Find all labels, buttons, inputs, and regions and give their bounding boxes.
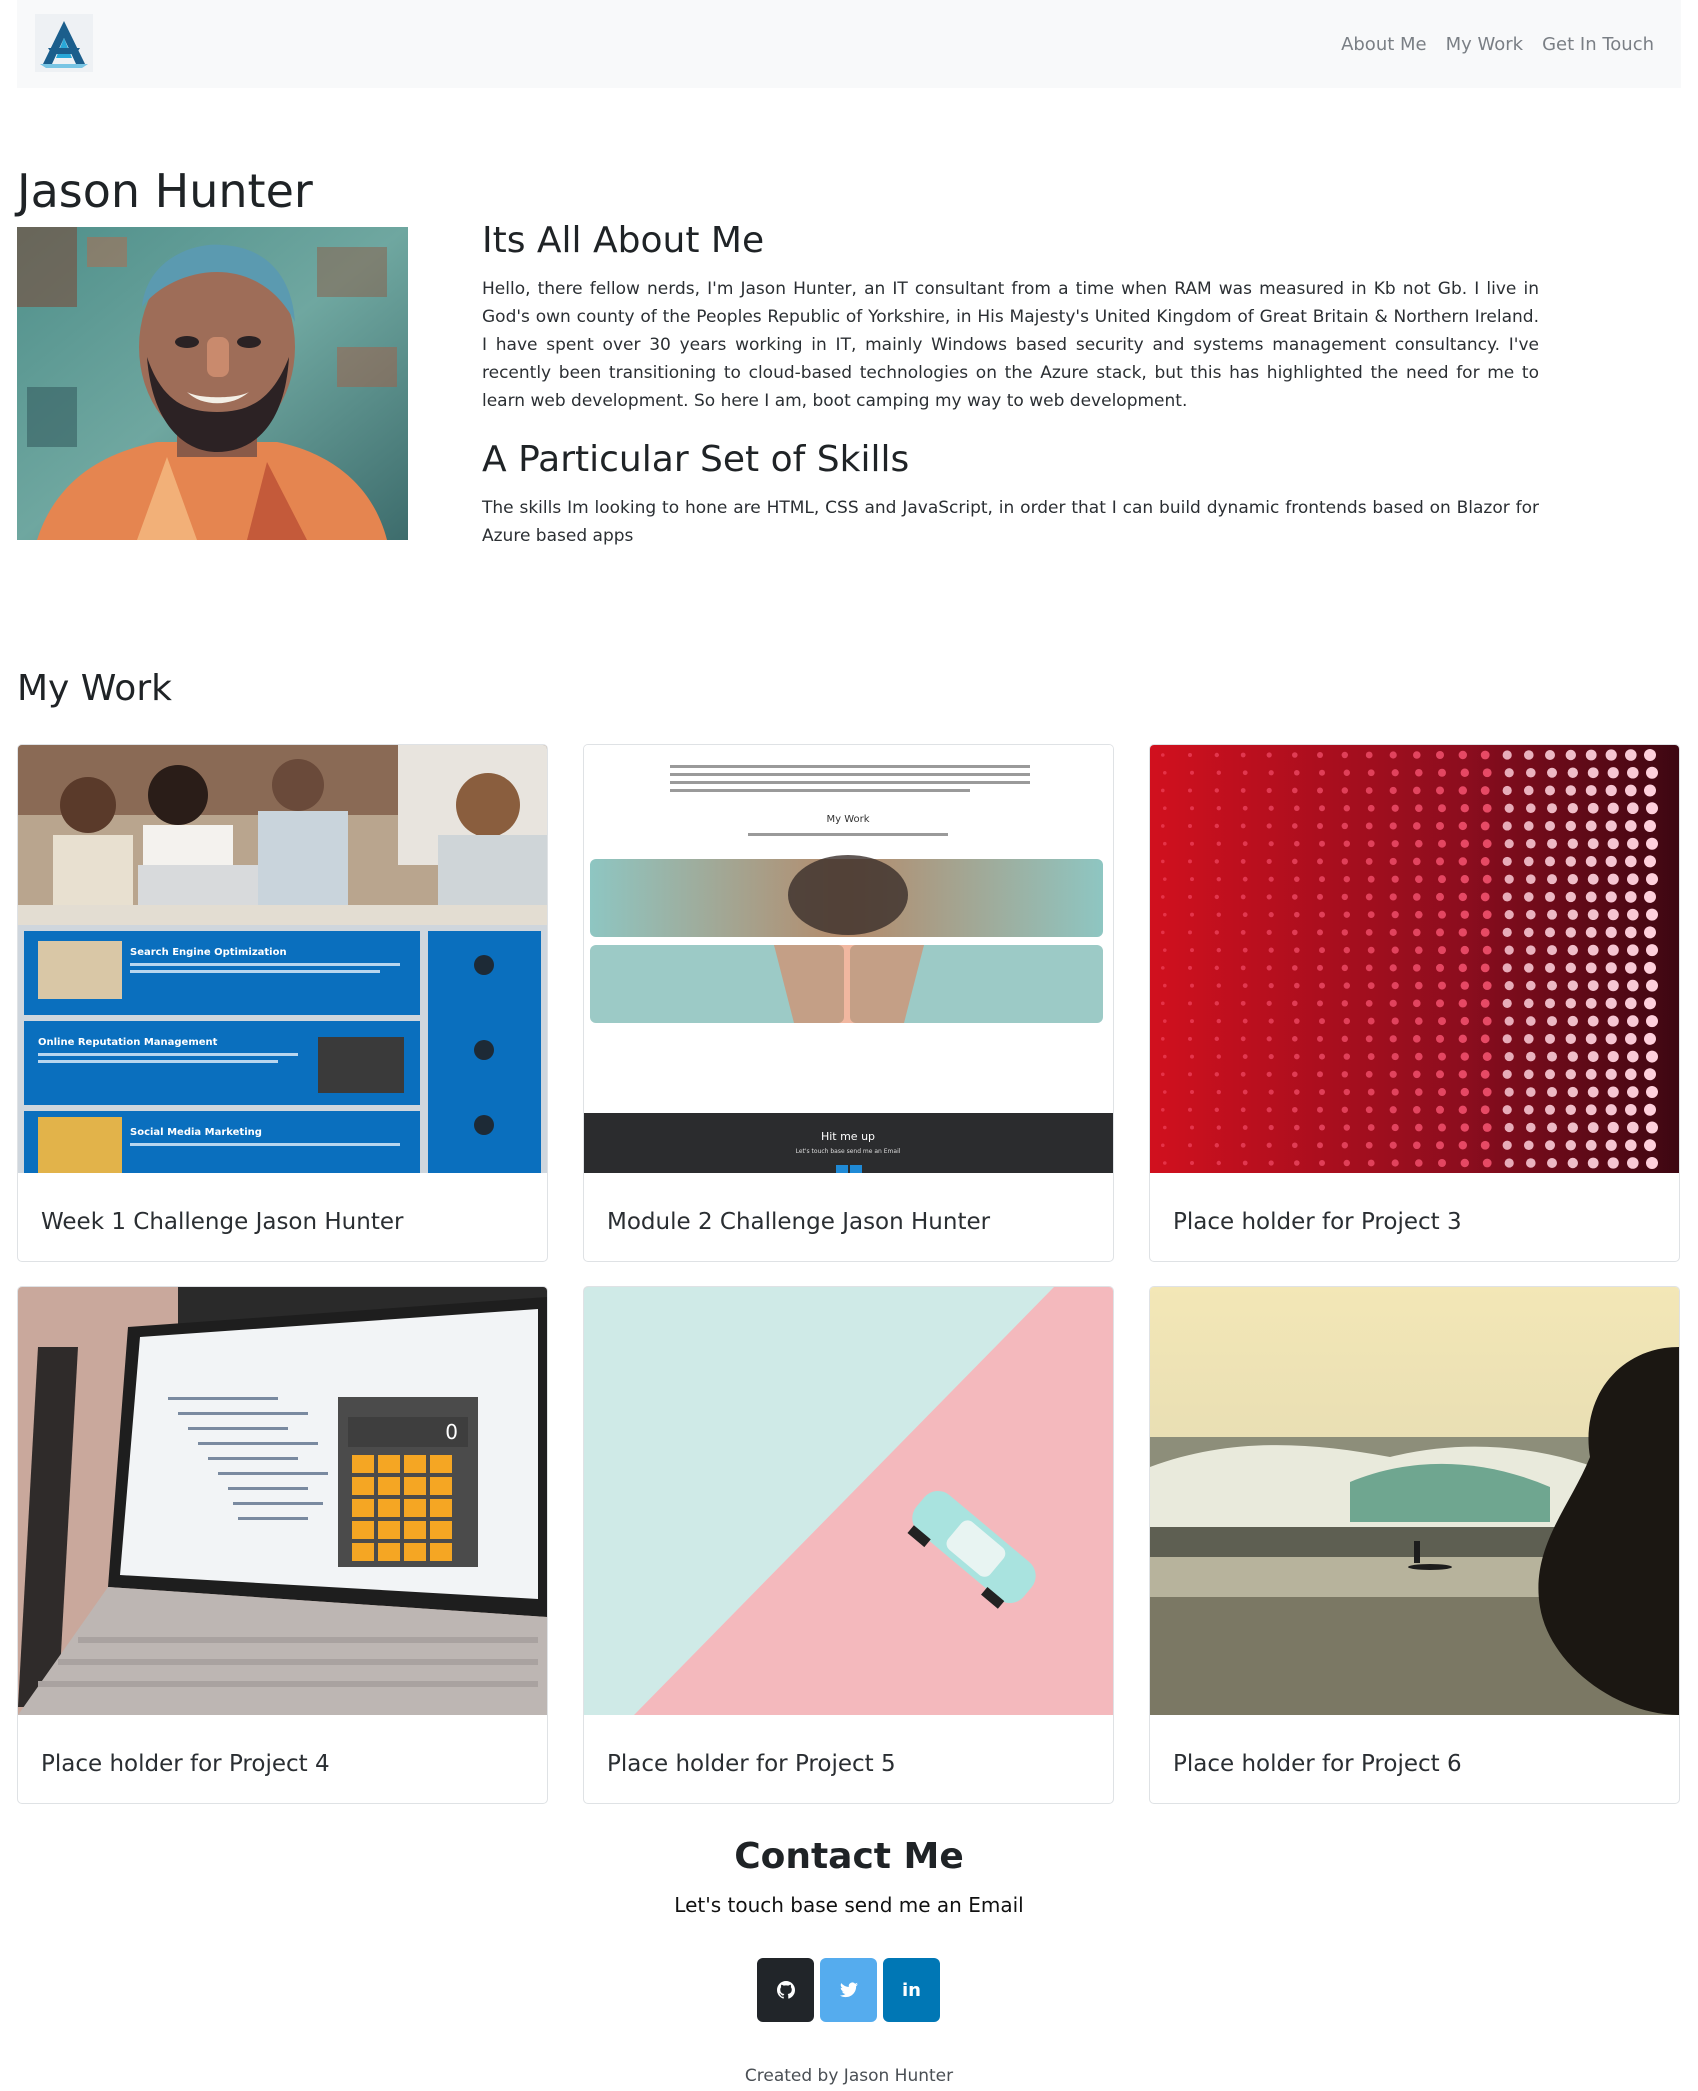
page-title: Jason Hunter [17,164,313,218]
about-section: Its All About Me Hello, there fellow ner… [482,220,1539,550]
thumb2-heading: My Work [826,814,869,825]
project-title: Place holder for Project 3 [1173,1209,1462,1235]
twitter-button[interactable] [820,1958,877,2022]
project-title: Week 1 Challenge Jason Hunter [41,1209,404,1235]
navbar: About Me My Work Get In Touch [17,0,1681,88]
skills-heading: A Particular Set of Skills [482,439,910,480]
about-heading: Its All About Me [482,220,765,261]
github-button[interactable] [757,1958,814,2022]
project-title: Place holder for Project 4 [41,1751,330,1777]
project-5-thumbnail [584,1287,1113,1715]
project-6-thumbnail [1150,1287,1679,1715]
calculator-display: 0 [445,1420,458,1444]
project-title: Place holder for Project 5 [607,1751,896,1777]
thumb2-footer-title: Hit me up [821,1130,875,1143]
brand-logo[interactable] [35,14,93,72]
footer-credit: Created by Jason Hunter [744,2066,954,2086]
about-paragraph: Hello, there fellow nerds, I'm Jason Hun… [482,279,1539,411]
nav-link-about[interactable]: About Me [1341,34,1427,55]
project-2-thumbnail: My Work Hit me up Let's touch base send … [584,745,1113,1173]
project-card-5[interactable]: Place holder for Project 5 [583,1286,1114,1804]
thumb2-footer-sub: Let's touch base send me an Email [796,1148,901,1155]
project-title: Place holder for Project 6 [1173,1751,1462,1777]
project-card-1[interactable]: Search Engine Optimization Online Reputa… [17,744,548,1262]
nav-link-work[interactable]: My Work [1446,34,1523,55]
work-heading: My Work [17,668,172,709]
project-card-4[interactable]: 0 Place holder for Project 4 [17,1286,548,1804]
project-1-thumbnail: Search Engine Optimization Online Reputa… [18,745,547,1173]
thumb1-item-3: Social Media Marketing [130,1127,262,1138]
linkedin-button[interactable]: in [883,1958,940,2022]
twitter-icon [839,1982,858,1998]
nav-link-contact[interactable]: Get In Touch [1542,34,1654,55]
project-title: Module 2 Challenge Jason Hunter [607,1209,991,1235]
stylized-a-logo-icon [40,21,88,68]
github-icon [776,1981,795,1999]
project-card-3[interactable]: Place holder for Project 3 [1149,744,1680,1262]
thumb1-item-1: Search Engine Optimization [130,947,287,958]
thumb1-item-2: Online Reputation Management [38,1037,218,1048]
contact-subtitle: Let's touch base send me an Email [674,1893,1024,1917]
portrait-image [17,227,408,540]
project-3-thumbnail [1150,745,1679,1173]
project-card-6[interactable]: Place holder for Project 6 [1149,1286,1680,1804]
skills-paragraph: The skills Im looking to hone are HTML, … [482,498,1539,546]
nav-links: About Me My Work Get In Touch [1341,34,1654,55]
project-4-thumbnail: 0 [18,1287,547,1715]
linkedin-icon: in [902,1979,921,2001]
contact-heading: Contact Me [734,1836,964,1877]
project-card-2[interactable]: My Work Hit me up Let's touch base send … [583,744,1114,1262]
